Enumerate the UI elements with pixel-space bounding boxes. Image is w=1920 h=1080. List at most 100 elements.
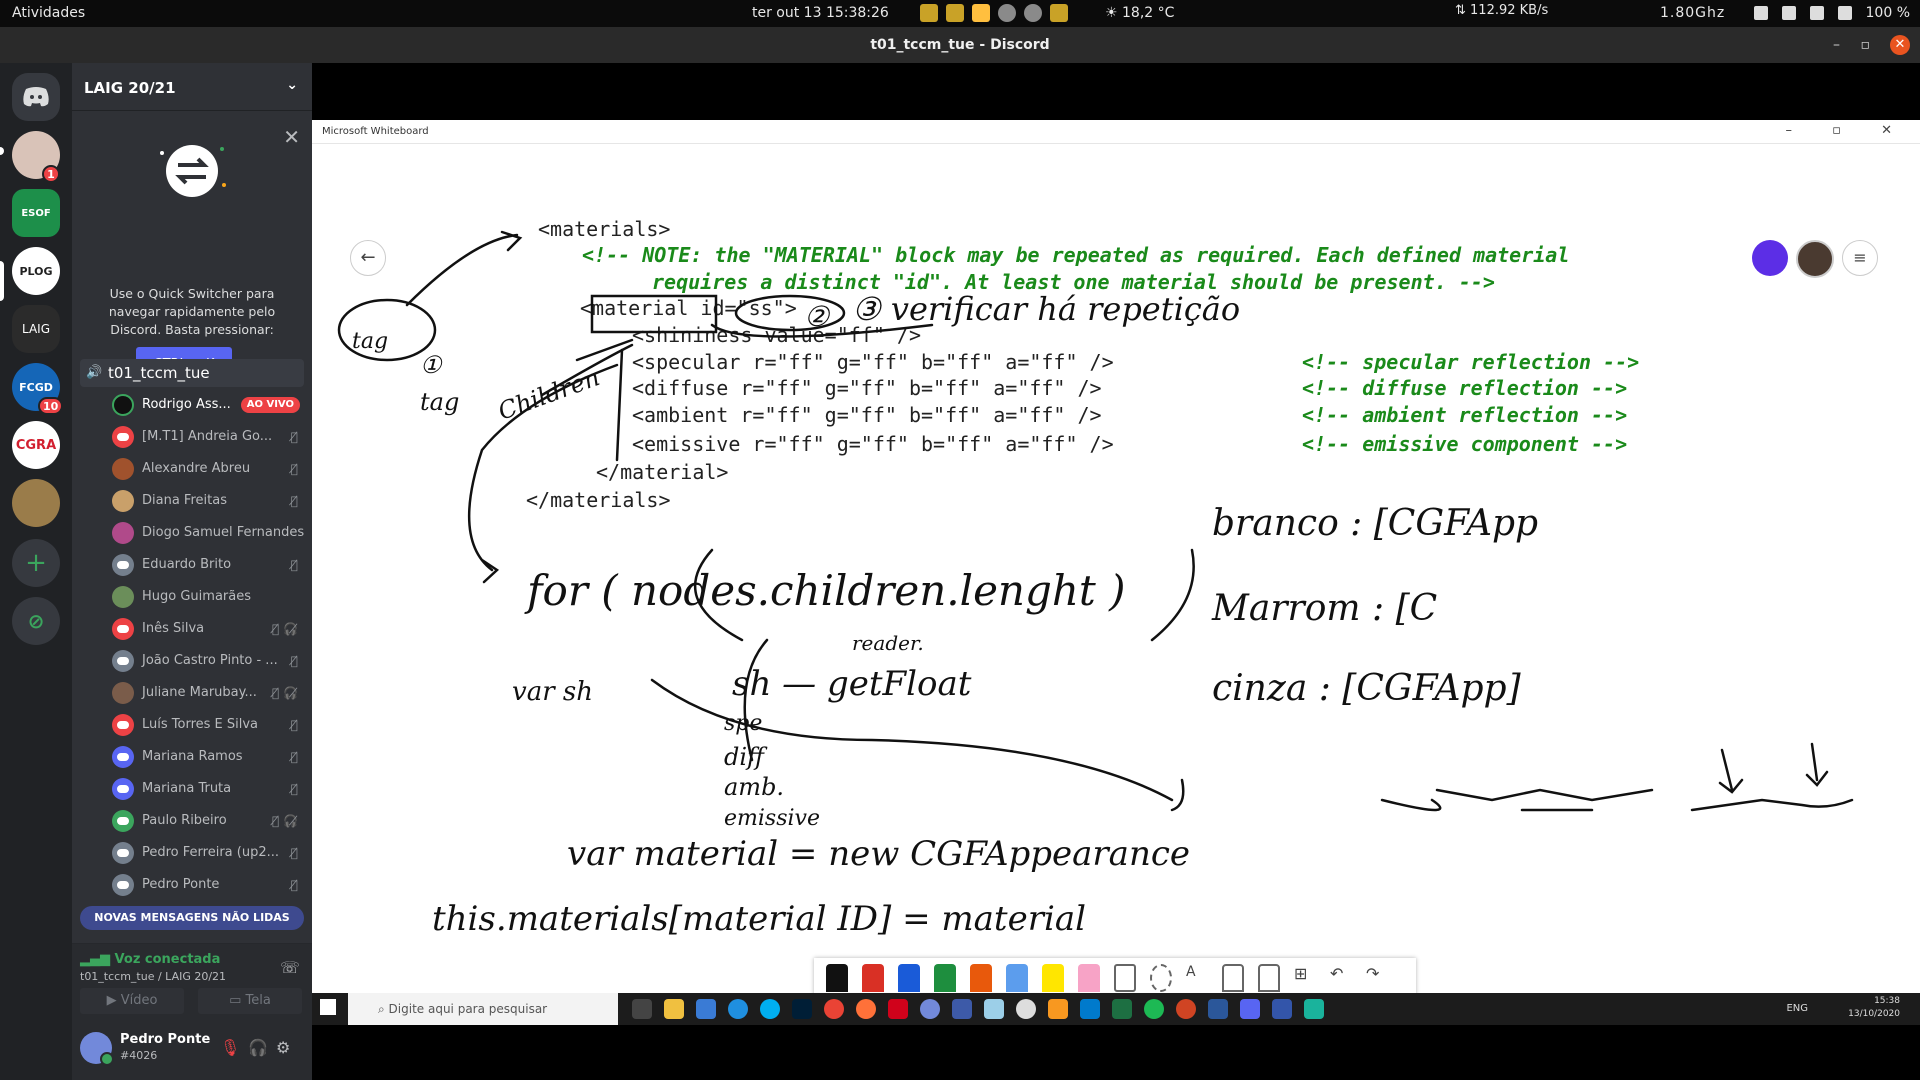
headphones-icon[interactable]: 🎧 [248, 1038, 268, 1057]
server-icon[interactable]: LAIG [12, 305, 60, 353]
app-icon[interactable] [984, 999, 1004, 1019]
file-explorer-icon[interactable] [664, 999, 684, 1019]
voice-user[interactable]: Mariana Ramos 🎙̸ [112, 744, 304, 770]
voice-user[interactable]: Juliane Marubay... 🎙̸ 🎧̸ [112, 680, 304, 706]
indicator-icon[interactable] [1050, 4, 1068, 22]
voice-user[interactable]: Rodrigo Ass... AO VIVO [112, 392, 304, 418]
voice-status[interactable]: ▂▄▆ Voz conectada [80, 952, 220, 967]
voice-user-name: Pedro Ponte [142, 877, 220, 892]
app-icon[interactable] [952, 999, 972, 1019]
app-icon[interactable] [920, 999, 940, 1019]
app-icon[interactable] [1304, 999, 1324, 1019]
language-indicator[interactable]: ENG [1786, 1003, 1808, 1014]
discord-home-icon[interactable] [12, 73, 60, 121]
note-icon[interactable] [1222, 964, 1244, 992]
status-menu[interactable]: 100 % [1753, 5, 1910, 21]
powerpoint-icon[interactable] [1176, 999, 1196, 1019]
server-icon[interactable]: ESOF [12, 189, 60, 237]
mute-icon[interactable]: 🎙 [220, 1038, 240, 1057]
explore-servers-icon[interactable]: ⊘ [12, 597, 60, 645]
server-icon[interactable] [12, 479, 60, 527]
voice-user-name: Diogo Samuel Fernandes [142, 525, 304, 540]
undo-icon[interactable]: ↶ [1330, 964, 1352, 992]
voice-user-name: Alexandre Abreu [142, 461, 251, 476]
voice-user[interactable]: João Castro Pinto - ... 🎙̸ [112, 648, 304, 674]
disconnect-icon[interactable]: ☏ [280, 958, 300, 977]
whiteboard-icon[interactable] [1272, 999, 1292, 1019]
black-pen-icon[interactable] [826, 964, 848, 992]
add-icon[interactable]: ⊞ [1294, 964, 1316, 992]
maximize-icon[interactable]: ▫ [1861, 27, 1871, 63]
image-icon[interactable] [1258, 964, 1280, 992]
skype-icon[interactable] [760, 999, 780, 1019]
red-pen-icon[interactable] [862, 964, 884, 992]
battery-icon [1837, 6, 1852, 20]
voice-user[interactable]: Eduardo Brito 🎙̸ [112, 552, 304, 578]
taskbar-search-input[interactable]: ⌕ Digite aqui para pesquisar [348, 993, 618, 1025]
weather-indicator[interactable]: ☀ 18,2 °C [1105, 5, 1174, 21]
voice-user[interactable]: [M.T1] Andreia Go... 🎙̸ [112, 424, 304, 450]
firefox-icon[interactable] [856, 999, 876, 1019]
app-icon[interactable] [1016, 999, 1036, 1019]
edge-icon[interactable] [728, 999, 748, 1019]
voice-user[interactable]: Pedro Ponte 🎙̸ [112, 872, 304, 898]
text-icon[interactable]: A [1186, 964, 1208, 992]
indicator-icon[interactable] [972, 4, 990, 22]
voice-user[interactable]: Alexandre Abreu 🎙̸ [112, 456, 304, 482]
voice-user[interactable]: Luís Torres E Silva 🎙̸ [112, 712, 304, 738]
ink-text: tag [352, 329, 388, 354]
screen-share-button[interactable]: ▭ Tela [198, 988, 302, 1014]
indicator-icon[interactable] [1024, 4, 1042, 22]
excel-icon[interactable] [1112, 999, 1132, 1019]
word-icon[interactable] [1208, 999, 1228, 1019]
voice-user[interactable]: Pedro Ferreira (up2... 🎙̸ [112, 840, 304, 866]
avatar[interactable] [80, 1032, 114, 1066]
spotify-icon[interactable] [1144, 999, 1164, 1019]
indicator-icon[interactable] [998, 4, 1016, 22]
eraser-icon[interactable] [1078, 964, 1100, 992]
video-button[interactable]: ▶ Vídeo [80, 988, 184, 1014]
orange-pen-icon[interactable] [970, 964, 992, 992]
voice-channel[interactable]: 🔊 t01_tccm_tue [80, 359, 304, 387]
calculator-icon[interactable] [696, 999, 716, 1019]
voice-user[interactable]: Hugo Guimarães [112, 584, 304, 610]
indicator-icon[interactable] [946, 4, 964, 22]
gear-icon[interactable]: ⚙ [276, 1038, 290, 1057]
lasso-icon[interactable] [1150, 964, 1172, 992]
voice-user-name: Inês Silva [142, 621, 205, 636]
minimize-icon[interactable]: – [1833, 27, 1840, 63]
sublime-icon[interactable] [1048, 999, 1068, 1019]
ruler-icon[interactable] [1114, 964, 1136, 992]
highlighter-icon[interactable] [1042, 964, 1064, 992]
photoshop-icon[interactable] [792, 999, 812, 1019]
windows-start-icon[interactable] [320, 999, 336, 1015]
blue-pen-icon[interactable] [898, 964, 920, 992]
task-view-icon[interactable] [632, 999, 652, 1019]
chrome-icon[interactable] [824, 999, 844, 1019]
server-icon[interactable]: PLOG [12, 247, 60, 295]
voice-user[interactable]: Inês Silva 🎙̸ 🎧̸ [112, 616, 304, 642]
ink-text: reader. [852, 631, 924, 655]
indicator-icon[interactable] [920, 4, 938, 22]
voice-user[interactable]: Diana Freitas 🎙̸ [112, 488, 304, 514]
close-icon[interactable]: ✕ [283, 125, 300, 149]
new-messages-bar[interactable]: NOVAS MENSAGENS NÃO LIDAS [80, 906, 304, 930]
vscode-icon[interactable] [1080, 999, 1100, 1019]
voice-user[interactable]: Diogo Samuel Fernandes [112, 520, 304, 546]
add-server-icon[interactable]: + [12, 539, 60, 587]
guild-header[interactable]: LAIG 20/21 ⌄ [72, 63, 312, 111]
voice-user[interactable]: Mariana Truta 🎙̸ [112, 776, 304, 802]
discord-icon[interactable] [1240, 999, 1260, 1019]
voice-user-name: Pedro Ferreira (up2... [142, 845, 279, 860]
green-pen-icon[interactable] [934, 964, 956, 992]
server-icon[interactable]: CGRA [12, 421, 60, 469]
clock[interactable]: ter out 13 15:38:26 [752, 5, 889, 21]
taskbar-clock[interactable]: 15:38 13/10/2020 [1848, 995, 1900, 1021]
close-icon[interactable]: ✕ [1890, 35, 1910, 55]
activities-button[interactable]: Atividades [12, 5, 85, 21]
app-icon[interactable] [888, 999, 908, 1019]
voice-user[interactable]: Paulo Ribeiro 🎙̸ 🎧̸ [112, 808, 304, 834]
light-blue-pen-icon[interactable] [1006, 964, 1028, 992]
unread-pill [0, 147, 4, 155]
redo-icon[interactable]: ↷ [1366, 964, 1388, 992]
